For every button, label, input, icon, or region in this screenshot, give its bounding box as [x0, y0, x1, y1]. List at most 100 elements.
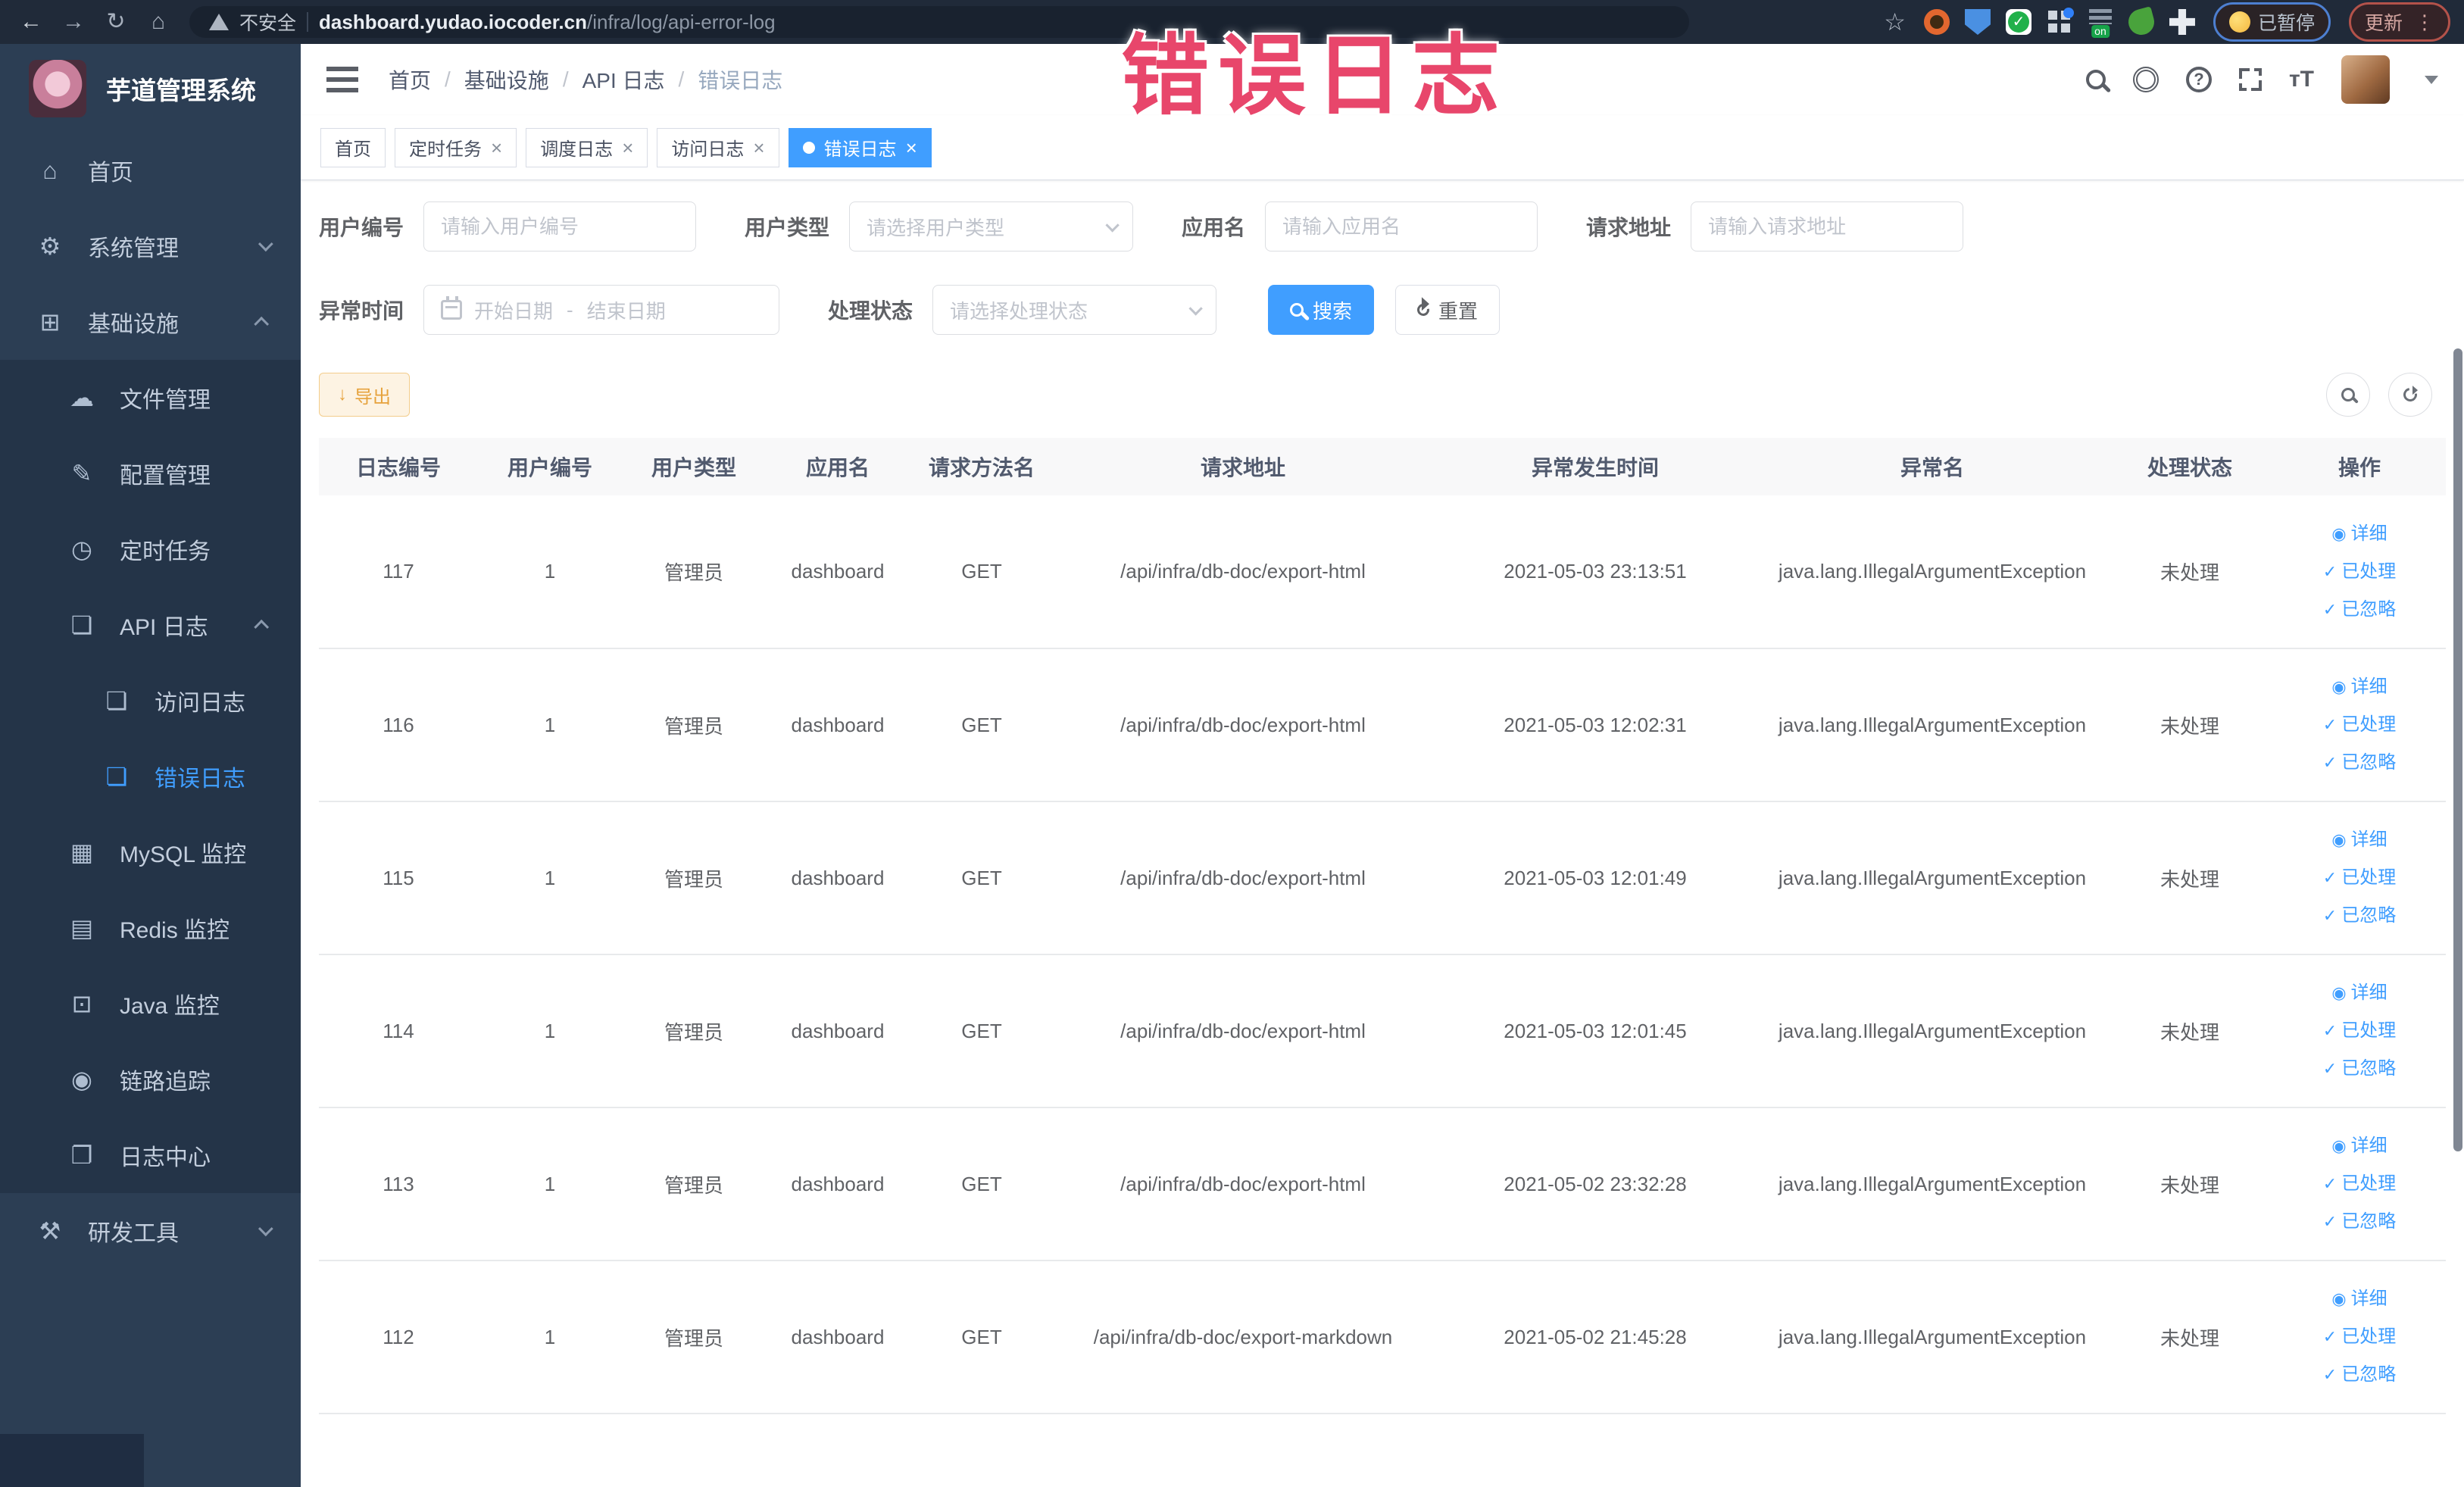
font-size-icon[interactable]: ᴛT	[2289, 67, 2314, 92]
paused-extension-chip[interactable]: 已暂停	[2213, 2, 2331, 42]
action-link-detail[interactable]: ◉ 详细	[2331, 1290, 2387, 1308]
action-link-ignored[interactable]: ✓ 已忽略	[2323, 1213, 2396, 1231]
ext-check-icon[interactable]	[2005, 9, 2031, 35]
app-name-input[interactable]	[1282, 214, 1521, 239]
request-url-input[interactable]	[1708, 214, 1947, 239]
ext-puzzle-icon[interactable]	[2169, 9, 2195, 35]
sidebar-item-链路追踪[interactable]: ◉ 链路追踪	[0, 1042, 301, 1117]
sidebar-item-label: 日志中心	[120, 1145, 211, 1170]
action-link-detail[interactable]: ◉ 详细	[2331, 678, 2387, 696]
bookmark-star-icon[interactable]: ☆	[1884, 8, 1906, 36]
action-link-processed[interactable]: ✓ 已处理	[2323, 1022, 2396, 1040]
sidebar-item-Redis 监控[interactable]: ▤ Redis 监控	[0, 890, 301, 966]
refresh-table-button[interactable]	[2388, 373, 2432, 417]
browser-home-icon[interactable]: ⌂	[141, 0, 176, 44]
action-link-ignored[interactable]: ✓ 已忽略	[2323, 1366, 2396, 1384]
exception-time-range-picker[interactable]: 开始日期 - 结束日期	[423, 285, 780, 335]
browser-back-icon[interactable]: ←	[14, 0, 48, 44]
row-actions: ◉ 详细 ✓ 已处理 ✓ 已忽略	[2273, 524, 2446, 619]
user-type-select[interactable]: 请选择用户类型	[849, 201, 1134, 251]
action-link-processed[interactable]: ✓ 已处理	[2323, 716, 2396, 734]
reset-button[interactable]: 重置	[1395, 285, 1501, 335]
action-link-processed[interactable]: ✓ 已处理	[2323, 562, 2396, 581]
action-link-processed[interactable]: ✓ 已处理	[2323, 869, 2396, 887]
action-link-detail[interactable]: ◉ 详细	[2331, 831, 2387, 849]
ext-shield-icon[interactable]	[1964, 9, 1991, 35]
ext-orange-icon[interactable]	[1923, 9, 1950, 35]
edit-icon: ✎	[71, 460, 92, 487]
github-icon[interactable]	[2132, 67, 2159, 92]
toggle-search-button[interactable]	[2326, 373, 2370, 417]
breadcrumb-item[interactable]: API 日志	[582, 64, 665, 95]
search-icon[interactable]	[2085, 70, 2106, 89]
tab-访问日志[interactable]: 访问日志 ×	[657, 127, 779, 167]
sidebar-item-文件管理[interactable]: ☁ 文件管理	[0, 360, 301, 436]
ext-leaf-icon[interactable]	[2125, 6, 2157, 38]
ext-grid-icon[interactable]	[2047, 8, 2074, 35]
action-link-processed[interactable]: ✓ 已处理	[2323, 1328, 2396, 1346]
browser-reload-icon[interactable]: ↻	[98, 0, 133, 44]
browser-menu-icon[interactable]: ⋮	[2415, 11, 2434, 34]
action-link-ignored[interactable]: ✓ 已忽略	[2323, 754, 2396, 772]
browser-forward-icon[interactable]: →	[56, 0, 91, 44]
chrome-update-chip[interactable]: 更新 ⋮	[2348, 2, 2450, 42]
app-name-label: 应用名	[1182, 216, 1246, 239]
sidebar-item-错误日志[interactable]: ❏ 错误日志	[0, 739, 301, 814]
sidebar-item-访问日志[interactable]: ❏ 访问日志	[0, 663, 301, 739]
cell-请求地址: /api/infra/db-doc/export-html	[1054, 1107, 1432, 1261]
sidebar-item-首页[interactable]: ⌂ 首页	[0, 133, 301, 208]
error-log-icon: ❏	[105, 763, 128, 790]
sidebar-collapse-footer[interactable]	[0, 1434, 144, 1487]
action-label: 详细	[2350, 829, 2387, 850]
sidebar-item-系统管理[interactable]: ⚙ 系统管理	[0, 208, 301, 284]
tab-错误日志[interactable]: 错误日志 ×	[788, 127, 932, 167]
app-logo-row[interactable]: 芋道管理系统	[0, 44, 301, 133]
process-status-select[interactable]: 请选择处理状态	[932, 285, 1217, 335]
cell-用户编号: 1	[478, 1107, 622, 1261]
action-link-ignored[interactable]: ✓ 已忽略	[2323, 907, 2396, 925]
sidebar-item-研发工具[interactable]: ⚒ 研发工具	[0, 1193, 301, 1269]
ext-on-badge-icon[interactable]	[2088, 9, 2113, 35]
action-link-detail[interactable]: ◉ 详细	[2331, 524, 2387, 543]
action-link-ignored[interactable]: ✓ 已忽略	[2323, 1060, 2396, 1078]
breadcrumb-item[interactable]: 首页	[389, 64, 431, 95]
not-secure-icon	[209, 14, 229, 30]
fullscreen-icon[interactable]	[2238, 68, 2262, 91]
exception-time-label: 异常时间	[319, 299, 404, 323]
trace-icon: ◉	[71, 1066, 92, 1093]
scrollbar-thumb[interactable]	[2453, 348, 2462, 1151]
filter-row-1: 用户编号 用户类型 请选择用户类型 应用名 请求地址	[319, 201, 2446, 251]
user-menu-caret-icon[interactable]	[2425, 75, 2438, 84]
sidebar-item-配置管理[interactable]: ✎ 配置管理	[0, 436, 301, 511]
close-icon[interactable]: ×	[906, 138, 917, 158]
action-link-detail[interactable]: ◉ 详细	[2331, 1137, 2387, 1155]
sidebar-item-API 日志[interactable]: ❏ API 日志	[0, 587, 301, 663]
tab-调度日志[interactable]: 调度日志 ×	[526, 127, 648, 167]
sidebar-item-基础设施[interactable]: ⊞ 基础设施	[0, 284, 301, 360]
row-actions: ◉ 详细 ✓ 已处理 ✓ 已忽略	[2273, 678, 2446, 772]
close-icon[interactable]: ×	[622, 138, 633, 158]
user-avatar[interactable]	[2341, 55, 2390, 104]
close-icon[interactable]: ×	[491, 138, 502, 158]
search-button[interactable]: 搜索	[1268, 285, 1375, 335]
action-link-ignored[interactable]: ✓ 已忽略	[2323, 600, 2396, 619]
tab-定时任务[interactable]: 定时任务 ×	[395, 127, 517, 167]
sidebar-item-MySQL 监控[interactable]: ▦ MySQL 监控	[0, 814, 301, 890]
tab-label: 错误日志	[823, 139, 897, 160]
help-icon[interactable]: ?	[2185, 67, 2212, 92]
action-link-detail[interactable]: ◉ 详细	[2331, 984, 2387, 1002]
sidebar-item-label: 基础设施	[88, 312, 179, 337]
tab-首页[interactable]: 首页	[320, 127, 386, 167]
sidebar-item-Java 监控[interactable]: ⊡ Java 监控	[0, 966, 301, 1042]
user-id-input[interactable]	[441, 214, 679, 239]
export-button[interactable]: ↓ 导出	[319, 373, 410, 417]
table-row: 116 1 管理员 dashboard GET/api/infra/db-doc/exp…	[319, 648, 2446, 802]
breadcrumb-item[interactable]: 基础设施	[464, 64, 549, 95]
sidebar-item-日志中心[interactable]: ❐ 日志中心	[0, 1117, 301, 1193]
collapse-sidebar-icon[interactable]	[326, 67, 358, 92]
cell-应用名: dashboard	[766, 495, 910, 649]
close-icon[interactable]: ×	[753, 138, 764, 158]
action-link-processed[interactable]: ✓ 已处理	[2323, 1175, 2396, 1193]
sidebar-item-定时任务[interactable]: ◷ 定时任务	[0, 511, 301, 587]
action-label: 已忽略	[2341, 1058, 2397, 1079]
